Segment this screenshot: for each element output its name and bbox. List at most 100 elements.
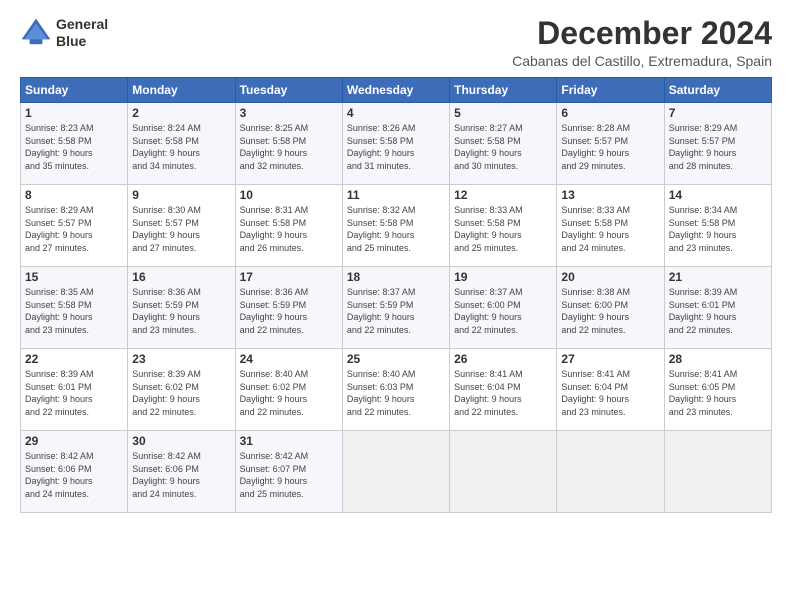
logo-text: General Blue [56, 16, 108, 50]
calendar-cell: 28 Sunrise: 8:41 AMSunset: 6:05 PMDayligh… [664, 349, 771, 431]
cell-content: Sunrise: 8:42 AMSunset: 6:06 PMDaylight:… [132, 450, 230, 500]
day-number: 25 [347, 352, 445, 366]
day-number: 12 [454, 188, 552, 202]
month-title: December 2024 [512, 16, 772, 51]
day-number: 7 [669, 106, 767, 120]
calendar-cell [450, 431, 557, 513]
cell-content: Sunrise: 8:23 AMSunset: 5:58 PMDaylight:… [25, 122, 123, 172]
cell-content: Sunrise: 8:31 AMSunset: 5:58 PMDaylight:… [240, 204, 338, 254]
day-number: 21 [669, 270, 767, 284]
calendar-cell: 21Sunrise: 8:39 AMSunset: 6:01 PMDayligh… [664, 267, 771, 349]
day-number: 3 [240, 106, 338, 120]
calendar-cell: 13Sunrise: 8:33 AMSunset: 5:58 PMDayligh… [557, 185, 664, 267]
col-thursday: Thursday [450, 78, 557, 103]
cell-content: Sunrise: 8:33 AMSunset: 5:58 PMDaylight:… [561, 204, 659, 254]
col-saturday: Saturday [664, 78, 771, 103]
calendar-cell: 9 Sunrise: 8:30 AMSunset: 5:57 PMDaylight… [128, 185, 235, 267]
calendar-cell [557, 431, 664, 513]
day-number: 18 [347, 270, 445, 284]
calendar-cell: 29Sunrise: 8:42 AMSunset: 6:06 PMDayligh… [21, 431, 128, 513]
cell-content: Sunrise: 8:32 AMSunset: 5:58 PMDaylight:… [347, 204, 445, 254]
header-row: Sunday Monday Tuesday Wednesday Thursday… [21, 78, 772, 103]
calendar-cell: 12 Sunrise: 8:33 AMSunset: 5:58 PMDayligh… [450, 185, 557, 267]
cell-content: Sunrise: 8:40 AMSunset: 6:02 PMDaylight:… [240, 368, 338, 418]
day-number: 4 [347, 106, 445, 120]
calendar-cell: 19Sunrise: 8:37 AMSunset: 6:00 PMDayligh… [450, 267, 557, 349]
logo-icon [20, 17, 52, 49]
calendar-cell [664, 431, 771, 513]
cell-content: Sunrise: 8:26 AMSunset: 5:58 PMDaylight:… [347, 122, 445, 172]
calendar-week-4: 22 Sunrise: 8:39 AMSunset: 6:01 PMDayligh… [21, 349, 772, 431]
cell-content: Sunrise: 8:41 AMSunset: 6:04 PMDaylight:… [454, 368, 552, 418]
calendar-cell: 26 Sunrise: 8:41 AMSunset: 6:04 PMDayligh… [450, 349, 557, 431]
calendar-cell: 18 Sunrise: 8:37 AMSunset: 5:59 PMDayligh… [342, 267, 449, 349]
cell-content: Sunrise: 8:42 AMSunset: 6:07 PMDaylight:… [240, 450, 338, 500]
calendar-cell: 15 Sunrise: 8:35 AMSunset: 5:58 PMDayligh… [21, 267, 128, 349]
logo-line2: Blue [56, 33, 108, 50]
calendar-week-1: 1 Sunrise: 8:23 AMSunset: 5:58 PMDaylight… [21, 103, 772, 185]
col-monday: Monday [128, 78, 235, 103]
day-number: 28 [669, 352, 767, 366]
day-number: 8 [25, 188, 123, 202]
calendar-cell: 24 Sunrise: 8:40 AMSunset: 6:02 PMDayligh… [235, 349, 342, 431]
calendar-cell: 17Sunrise: 8:36 AMSunset: 5:59 PMDayligh… [235, 267, 342, 349]
day-number: 11 [347, 188, 445, 202]
cell-content: Sunrise: 8:41 AMSunset: 6:05 PMDaylight:… [669, 368, 767, 418]
day-number: 14 [669, 188, 767, 202]
calendar-cell: 22 Sunrise: 8:39 AMSunset: 6:01 PMDayligh… [21, 349, 128, 431]
day-number: 27 [561, 352, 659, 366]
calendar-header: Sunday Monday Tuesday Wednesday Thursday… [21, 78, 772, 103]
calendar-week-3: 15 Sunrise: 8:35 AMSunset: 5:58 PMDayligh… [21, 267, 772, 349]
cell-content: Sunrise: 8:41 AMSunset: 6:04 PMDaylight:… [561, 368, 659, 418]
logo: General Blue [20, 16, 108, 50]
day-number: 31 [240, 434, 338, 448]
calendar-cell: 30Sunrise: 8:42 AMSunset: 6:06 PMDayligh… [128, 431, 235, 513]
calendar-cell: 2Sunrise: 8:24 AMSunset: 5:58 PMDaylight… [128, 103, 235, 185]
cell-content: Sunrise: 8:38 AMSunset: 6:00 PMDaylight:… [561, 286, 659, 336]
cell-content: Sunrise: 8:37 AMSunset: 6:00 PMDaylight:… [454, 286, 552, 336]
day-number: 23 [132, 352, 230, 366]
col-sunday: Sunday [21, 78, 128, 103]
day-number: 17 [240, 270, 338, 284]
day-number: 5 [454, 106, 552, 120]
day-number: 1 [25, 106, 123, 120]
day-number: 9 [132, 188, 230, 202]
location-title: Cabanas del Castillo, Extremadura, Spain [512, 53, 772, 69]
calendar-cell: 11 Sunrise: 8:32 AMSunset: 5:58 PMDayligh… [342, 185, 449, 267]
calendar-cell: 23 Sunrise: 8:39 AMSunset: 6:02 PMDayligh… [128, 349, 235, 431]
calendar-cell [342, 431, 449, 513]
col-friday: Friday [557, 78, 664, 103]
col-tuesday: Tuesday [235, 78, 342, 103]
day-number: 10 [240, 188, 338, 202]
title-block: December 2024 Cabanas del Castillo, Extr… [512, 16, 772, 69]
cell-content: Sunrise: 8:29 AMSunset: 5:57 PMDaylight:… [25, 204, 123, 254]
day-number: 15 [25, 270, 123, 284]
cell-content: Sunrise: 8:25 AMSunset: 5:58 PMDaylight:… [240, 122, 338, 172]
calendar-cell: 10 Sunrise: 8:31 AMSunset: 5:58 PMDayligh… [235, 185, 342, 267]
day-number: 22 [25, 352, 123, 366]
cell-content: Sunrise: 8:37 AMSunset: 5:59 PMDaylight:… [347, 286, 445, 336]
cell-content: Sunrise: 8:39 AMSunset: 6:01 PMDaylight:… [25, 368, 123, 418]
calendar-cell: 16Sunrise: 8:36 AMSunset: 5:59 PMDayligh… [128, 267, 235, 349]
col-wednesday: Wednesday [342, 78, 449, 103]
day-number: 20 [561, 270, 659, 284]
page: General Blue December 2024 Cabanas del C… [0, 0, 792, 612]
calendar-cell: 3 Sunrise: 8:25 AMSunset: 5:58 PMDaylight… [235, 103, 342, 185]
cell-content: Sunrise: 8:29 AMSunset: 5:57 PMDaylight:… [669, 122, 767, 172]
cell-content: Sunrise: 8:39 AMSunset: 6:02 PMDaylight:… [132, 368, 230, 418]
day-number: 24 [240, 352, 338, 366]
cell-content: Sunrise: 8:36 AMSunset: 5:59 PMDaylight:… [132, 286, 230, 336]
day-number: 29 [25, 434, 123, 448]
cell-content: Sunrise: 8:34 AMSunset: 5:58 PMDaylight:… [669, 204, 767, 254]
calendar-week-5: 29 Sunrise: 8:42 AMSunset: 6:06 PMDayligh… [21, 431, 772, 513]
calendar-cell: 4 Sunrise: 8:26 AMSunset: 5:58 PMDaylight… [342, 103, 449, 185]
cell-content: Sunrise: 8:28 AMSunset: 5:57 PMDaylight:… [561, 122, 659, 172]
cell-content: Sunrise: 8:30 AMSunset: 5:57 PMDaylight:… [132, 204, 230, 254]
day-number: 26 [454, 352, 552, 366]
calendar-cell: 8 Sunrise: 8:29 AMSunset: 5:57 PMDaylight… [21, 185, 128, 267]
calendar-cell: 27 Sunrise: 8:41 AMSunset: 6:04 PMDayligh… [557, 349, 664, 431]
cell-content: Sunrise: 8:35 AMSunset: 5:58 PMDaylight:… [25, 286, 123, 336]
calendar-cell: 5Sunrise: 8:27 AMSunset: 5:58 PMDaylight… [450, 103, 557, 185]
calendar-week-2: 8 Sunrise: 8:29 AMSunset: 5:57 PMDaylight… [21, 185, 772, 267]
cell-content: Sunrise: 8:33 AMSunset: 5:58 PMDaylight:… [454, 204, 552, 254]
